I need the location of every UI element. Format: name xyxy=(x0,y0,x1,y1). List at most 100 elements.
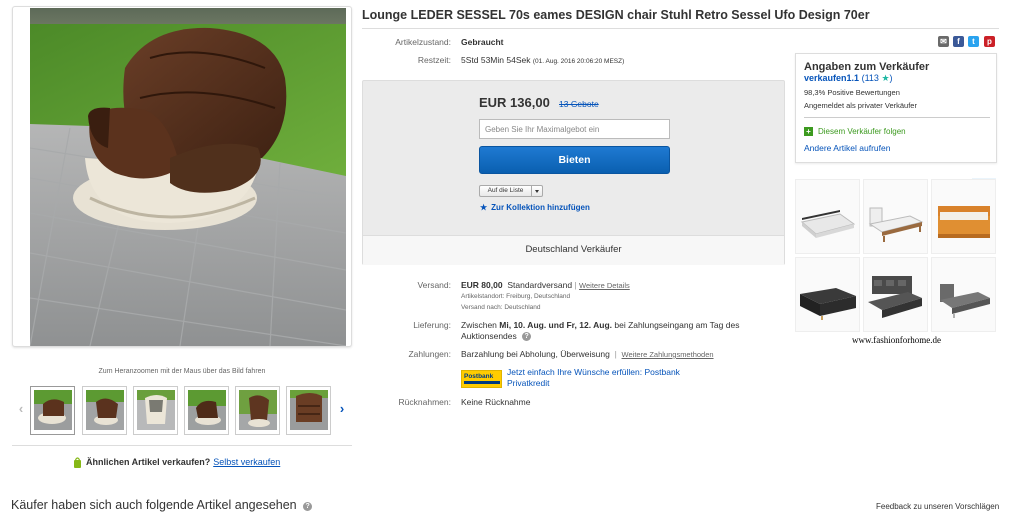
sell-similar: Ähnlichen Artikel verkaufen? Selbst verka… xyxy=(73,456,280,468)
returns-label: Rücknahmen: xyxy=(398,397,451,407)
time-left-text: 5Std 53Min 54Sek xyxy=(461,55,531,65)
separator: | xyxy=(614,349,617,359)
divider xyxy=(12,445,352,446)
twitter-icon[interactable]: t xyxy=(968,36,979,47)
shipping-details-link[interactable]: Weitere Details xyxy=(579,281,630,290)
time-left-value: 5Std 53Min 54Sek (01. Aug. 2016 20:06:20… xyxy=(461,55,624,65)
bed-image xyxy=(796,180,859,253)
postbank-line2: Privatkredit xyxy=(507,378,550,388)
condition-value: Gebraucht xyxy=(461,37,504,47)
bid-button[interactable]: Bieten xyxy=(479,146,670,174)
payment-value: Barzahlung bei Abholung, Überweisung | W… xyxy=(461,349,714,359)
also-viewed-heading: Käufer haben sich auch folgende Artikel … xyxy=(11,498,313,512)
shipping-cost: EUR 80,00 xyxy=(461,280,503,290)
chevron-right-icon[interactable]: › xyxy=(336,402,348,416)
ad-bed-5[interactable] xyxy=(863,257,928,332)
thumbnail-image xyxy=(290,390,328,430)
help-icon[interactable]: ? xyxy=(522,332,532,341)
seller-name-line: verkaufen1.1 (113 ★) xyxy=(804,73,893,83)
delivery-label: Lieferung: xyxy=(413,320,451,330)
thumbnail-4[interactable] xyxy=(184,386,229,435)
sell-yourself-link[interactable]: Selbst verkaufen xyxy=(213,457,280,467)
separator: | xyxy=(574,280,577,290)
thumbnail-image xyxy=(86,390,124,430)
ad-bed-6[interactable] xyxy=(931,257,996,332)
bed-image xyxy=(932,258,995,331)
thumbnail-5[interactable] xyxy=(235,386,280,435)
delivery-prefix: Zwischen xyxy=(461,320,497,330)
shipping-value: EUR 80,00 Standardversand | Weitere Deta… xyxy=(461,280,630,290)
follow-seller-text: Diesem Verkäufer folgen xyxy=(818,127,906,136)
seller-info-box: Angaben zum Verkäufer verkaufen1.1 (113 … xyxy=(795,53,997,163)
thumbnail-image xyxy=(239,390,277,430)
payment-methods-link[interactable]: Weitere Zahlungsmethoden xyxy=(622,350,714,359)
watchlist-dropdown[interactable] xyxy=(532,185,543,197)
email-icon[interactable]: ✉ xyxy=(938,36,949,47)
seller-heading: Angaben zum Verkäufer xyxy=(804,61,930,73)
add-to-watchlist-button[interactable]: Auf die Liste xyxy=(479,185,532,197)
pinterest-icon[interactable]: p xyxy=(984,36,995,47)
bed-image xyxy=(864,258,927,331)
delivery-value: Zwischen Mi, 10. Aug. und Fr, 12. Aug. b… xyxy=(461,320,739,330)
main-image-frame[interactable] xyxy=(12,6,352,347)
bed-image xyxy=(932,180,995,253)
payment-methods: Barzahlung bei Abholung, Überweisung xyxy=(461,349,610,359)
feedback-score[interactable]: 113 xyxy=(865,73,879,83)
bed-image xyxy=(864,180,927,253)
returns-value: Keine Rücknahme xyxy=(461,397,531,407)
divider xyxy=(804,117,990,118)
thumbnail-image xyxy=(188,390,226,430)
payment-label: Zahlungen: xyxy=(408,349,451,359)
chair-photo xyxy=(30,8,346,346)
delivery-line2-text: Auktionsendes xyxy=(461,331,517,341)
divider xyxy=(362,28,999,29)
postbank-offer-link[interactable]: Jetzt einfach Ihre Wünsche erfüllen: Pos… xyxy=(507,367,680,389)
star-icon: ★ xyxy=(881,73,890,83)
thumbnail-2[interactable] xyxy=(82,386,127,435)
add-to-collection-text: Zur Kollektion hinzufügen xyxy=(491,203,590,212)
delivery-dates: Mi, 10. Aug. und Fr, 12. Aug. xyxy=(499,320,612,330)
advertisement[interactable]: www.fashionforhome.de xyxy=(795,177,998,347)
positive-feedback: 98,3% Positive Bewertungen xyxy=(804,88,900,97)
ad-bed-4[interactable] xyxy=(795,257,860,332)
seller-name-link[interactable]: verkaufen1.1 xyxy=(804,73,859,83)
bid-count-link[interactable]: 13 Gebote xyxy=(559,99,599,109)
bag-icon xyxy=(74,457,81,468)
follow-seller-link[interactable]: + Diesem Verkäufer folgen xyxy=(804,127,906,136)
help-icon[interactable]: ? xyxy=(303,502,313,511)
thumbnail-image xyxy=(34,390,72,430)
current-price: EUR 136,00 xyxy=(479,95,550,110)
ad-url[interactable]: www.fashionforhome.de xyxy=(795,335,998,345)
max-bid-input[interactable] xyxy=(479,119,670,139)
seller-location: Deutschland Verkäufer xyxy=(363,235,784,265)
plus-icon: + xyxy=(804,127,813,136)
other-items-link[interactable]: Andere Artikel aufrufen xyxy=(804,143,890,153)
postbank-line1: Jetzt einfach Ihre Wünsche erfüllen: Pos… xyxy=(507,367,680,377)
feedback-link[interactable]: Feedback zu unseren Vorschlägen xyxy=(876,502,999,511)
ad-bed-3[interactable] xyxy=(931,179,996,254)
item-location: Artikelstandort: Freiburg, Deutschland xyxy=(461,293,571,300)
main-item-photo[interactable] xyxy=(30,8,346,346)
star-icon: ★ xyxy=(480,203,488,212)
chevron-left-icon[interactable]: ‹ xyxy=(15,402,27,416)
ad-bed-1[interactable] xyxy=(795,179,860,254)
sell-similar-question: Ähnlichen Artikel verkaufen? xyxy=(86,457,211,467)
ships-to: Versand nach: Deutschland xyxy=(461,304,541,311)
bed-image xyxy=(796,258,859,331)
time-left-label: Restzeit: xyxy=(417,55,451,65)
facebook-icon[interactable]: f xyxy=(953,36,964,47)
ad-bed-2[interactable] xyxy=(863,179,928,254)
shipping-label: Versand: xyxy=(417,280,451,290)
thumbnail-3[interactable] xyxy=(133,386,178,435)
also-viewed-text: Käufer haben sich auch folgende Artikel … xyxy=(11,498,297,512)
thumbnail-6[interactable] xyxy=(286,386,331,435)
delivery-suffix: bei Zahlungseingang am Tag des xyxy=(614,320,740,330)
item-title: Lounge LEDER SESSEL 70s eames DESIGN cha… xyxy=(362,8,870,22)
zoom-hint: Zum Heranzoomen mit der Maus über das Bi… xyxy=(98,368,266,375)
condition-text: Gebraucht xyxy=(461,37,504,47)
thumbnail-1[interactable] xyxy=(30,386,75,435)
add-to-collection-link[interactable]: ★ Zur Kollektion hinzufügen xyxy=(480,203,590,212)
postbank-logo-text: Postbank xyxy=(464,373,494,380)
postbank-logo[interactable]: Postbank xyxy=(461,370,502,388)
seller-type: Angemeldet als privater Verkäufer xyxy=(804,101,917,110)
